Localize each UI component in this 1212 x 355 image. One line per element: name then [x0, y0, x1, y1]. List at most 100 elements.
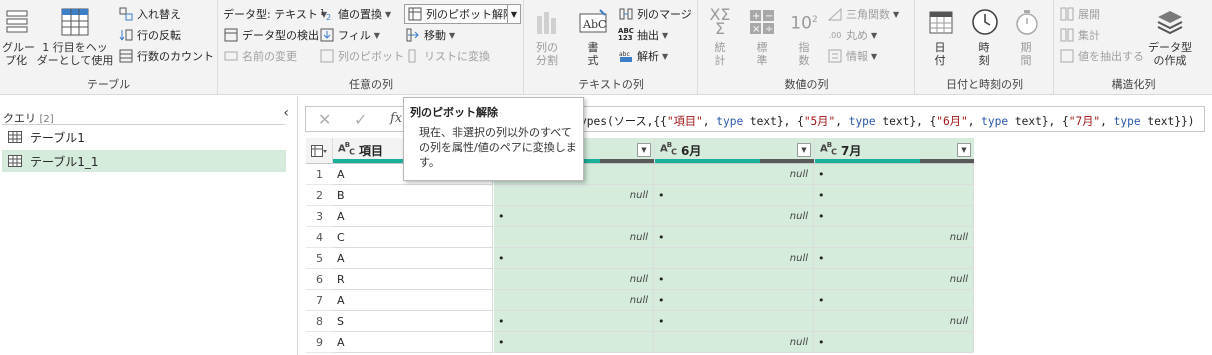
format-button[interactable]: AbC 書 式: [575, 6, 611, 67]
move-label: 移動: [424, 29, 446, 42]
extract-label: 抽出: [637, 29, 659, 42]
rounding-button[interactable]: .00 丸め ▼: [827, 25, 878, 45]
confirm-formula-icon[interactable]: ✓: [354, 110, 367, 129]
table-menu-icon[interactable]: [306, 138, 333, 164]
duration-button[interactable]: 期 間: [1012, 6, 1040, 67]
extract-button[interactable]: ABC 123 抽出 ▼: [618, 25, 668, 45]
chevron-down-icon: ▼: [893, 9, 900, 19]
fill-button[interactable]: フィル ▼: [319, 25, 380, 45]
to-list-button[interactable]: リストに変換: [405, 46, 490, 66]
query-item-selected[interactable]: テーブル1_1: [2, 150, 286, 172]
filter-dropdown-icon[interactable]: ▼: [957, 143, 971, 157]
expand-button[interactable]: 展開: [1059, 4, 1100, 24]
column-header[interactable]: ABC 6月 ▼: [654, 138, 814, 164]
tooltip-description: 現在、非選択の列以外のすべての列を属性/値のペアに変換します。: [419, 126, 577, 169]
table-cell[interactable]: A: [333, 290, 493, 311]
filter-dropdown-icon[interactable]: ▼: [797, 143, 811, 157]
text-type-icon[interactable]: ABC: [820, 141, 837, 156]
table-cell[interactable]: null: [814, 269, 974, 290]
table-cell[interactable]: null: [494, 290, 654, 311]
count-rows-button[interactable]: 行数のカウント: [118, 46, 214, 66]
table-cell[interactable]: null: [814, 311, 974, 332]
table-cell[interactable]: A: [333, 248, 493, 269]
table-cell[interactable]: A: [333, 332, 493, 353]
table-cell[interactable]: null: [654, 332, 814, 353]
group-by-button[interactable]: グルー プ化: [2, 6, 35, 67]
cell-value: •: [818, 252, 825, 265]
table-cell[interactable]: A: [333, 206, 493, 227]
table-cell[interactable]: •: [494, 332, 654, 353]
create-data-type-button[interactable]: データ型 の作成: [1147, 6, 1193, 67]
table-cell[interactable]: null: [494, 227, 654, 248]
trigonometry-label: 三角関数: [846, 8, 890, 21]
ribbon-group-datetime-column: 日 付 時 刻 期 間 日付と時刻の列: [916, 0, 1054, 95]
aggregate-button[interactable]: 集計: [1059, 25, 1100, 45]
parse-button[interactable]: abc 解析 ▼: [618, 46, 668, 66]
statistics-button[interactable]: XΣ Σ 統 計: [705, 6, 735, 68]
replace-values-button[interactable]: 12 値の置換 ▼: [319, 4, 391, 24]
chevron-down-icon: ▼: [449, 30, 456, 40]
pivot-button[interactable]: 列のピボット: [319, 46, 404, 66]
row-number: 7: [306, 290, 333, 311]
table-cell[interactable]: •: [814, 332, 974, 353]
table-cell[interactable]: •: [814, 206, 974, 227]
replace-values-label: 値の置換: [338, 8, 382, 21]
move-button[interactable]: 移動 ▼: [405, 25, 455, 45]
data-type-dropdown[interactable]: データ型: テキスト ▼: [223, 4, 327, 24]
table-cell[interactable]: R: [333, 269, 493, 290]
table-cell[interactable]: B: [333, 185, 493, 206]
calendar-icon: [926, 6, 956, 38]
table-cell[interactable]: null: [494, 269, 654, 290]
table-cell[interactable]: null: [814, 227, 974, 248]
merge-columns-label: 列のマージ: [637, 8, 692, 21]
column-header[interactable]: ABC 7月 ▼: [814, 138, 974, 164]
collapse-pane-icon[interactable]: ‹: [283, 105, 289, 121]
null-value: null: [629, 295, 648, 306]
table-cell[interactable]: •: [814, 185, 974, 206]
cancel-formula-icon[interactable]: ✕: [318, 110, 331, 129]
transpose-button[interactable]: 入れ替え: [118, 4, 181, 24]
filter-dropdown-icon[interactable]: ▼: [637, 143, 651, 157]
table-cell[interactable]: •: [494, 311, 654, 332]
text-type-icon[interactable]: ABC: [660, 141, 677, 156]
extract-values-button[interactable]: 値を抽出する: [1059, 46, 1144, 66]
first-row-header-button[interactable]: 1 行目をヘッ ダーとして使用: [34, 6, 116, 67]
formula-text[interactable]: ypes(ソース,{{"項目", type text}, {"5月", type…: [580, 113, 1194, 129]
scientific-button[interactable]: 102 指 数: [789, 6, 819, 67]
table-cell[interactable]: •: [654, 185, 814, 206]
table-cell[interactable]: •: [814, 164, 974, 185]
table-header-icon: [60, 6, 90, 38]
merge-columns-button[interactable]: 列のマージ: [618, 4, 692, 24]
table-cell[interactable]: •: [494, 248, 654, 269]
split-column-button[interactable]: 列の 分割: [531, 6, 563, 67]
table-cell[interactable]: null: [654, 248, 814, 269]
null-value: null: [629, 274, 648, 285]
information-button[interactable]: 情報 ▼: [827, 46, 877, 66]
table-cell[interactable]: •: [814, 248, 974, 269]
standard-button[interactable]: + − × ÷ 標 準: [747, 6, 777, 67]
unpivot-button[interactable]: 列のピボット解除: [404, 4, 517, 24]
date-button[interactable]: 日 付: [926, 6, 954, 67]
detect-type-button[interactable]: データ型の検出: [223, 25, 319, 45]
table-cell[interactable]: null: [494, 185, 654, 206]
table-cell[interactable]: null: [654, 164, 814, 185]
table-cell[interactable]: •: [654, 227, 814, 248]
table-cell[interactable]: S: [333, 311, 493, 332]
query-item[interactable]: テーブル1: [2, 126, 286, 148]
tooltip-title: 列のピボット解除: [410, 106, 498, 119]
rename-button[interactable]: 名前の変更: [223, 46, 297, 66]
time-button[interactable]: 時 刻: [970, 6, 998, 67]
text-type-icon[interactable]: ABC: [338, 141, 355, 156]
unpivot-label: 列のピボット解除: [426, 8, 514, 21]
table-cell[interactable]: C: [333, 227, 493, 248]
table-cell[interactable]: •: [494, 206, 654, 227]
table-cell[interactable]: •: [654, 311, 814, 332]
date-label: 日 付: [934, 41, 946, 67]
table-cell[interactable]: •: [654, 269, 814, 290]
trigonometry-button[interactable]: 三角関数 ▼: [827, 4, 899, 24]
unpivot-dropdown[interactable]: ▼: [507, 4, 521, 24]
table-cell[interactable]: •: [814, 290, 974, 311]
table-cell[interactable]: null: [654, 206, 814, 227]
reverse-rows-button[interactable]: 行の反転: [118, 25, 181, 45]
table-cell[interactable]: •: [654, 290, 814, 311]
